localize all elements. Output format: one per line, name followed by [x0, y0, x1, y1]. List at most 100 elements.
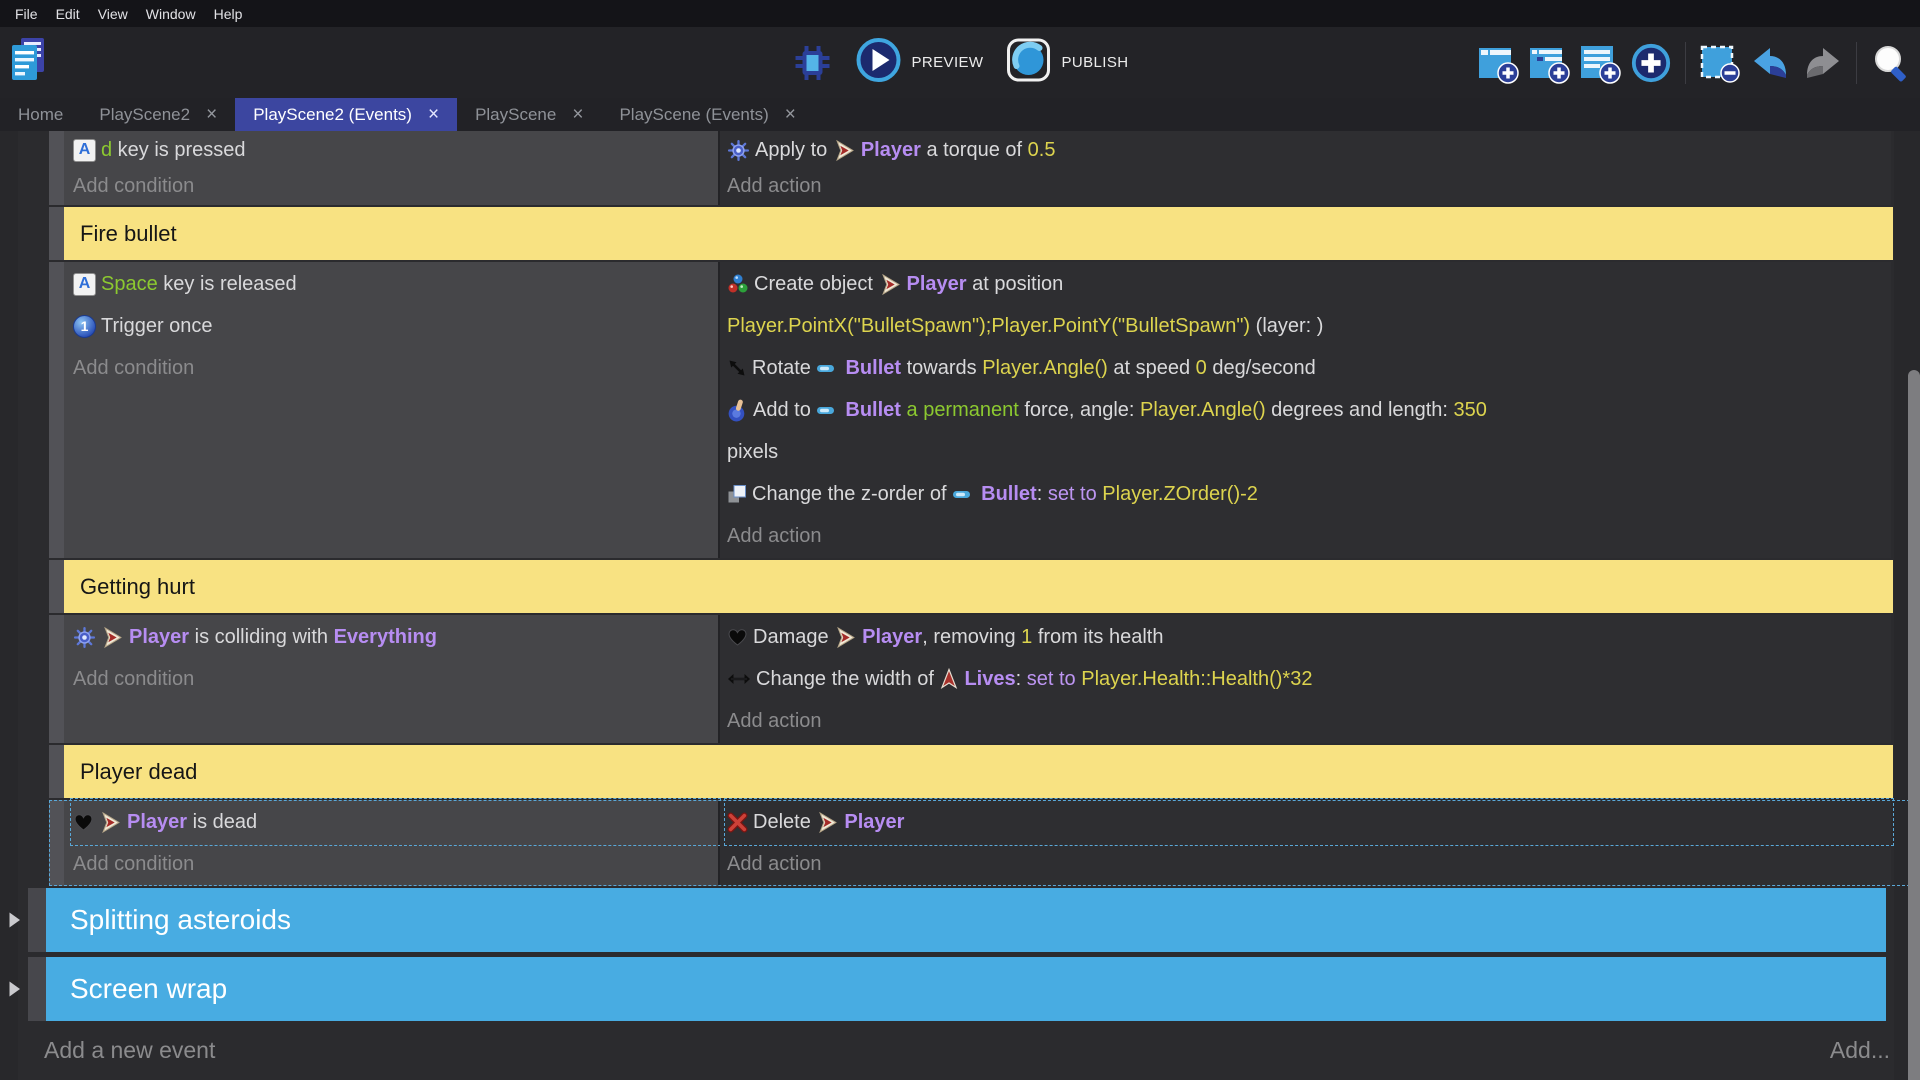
- actions-column: Apply to Player a torque of 0.5Add actio…: [720, 131, 1891, 205]
- menu-item-window[interactable]: Window: [137, 6, 205, 22]
- player-icon: [816, 811, 839, 834]
- tab-playscene2[interactable]: PlayScene2×: [81, 98, 235, 131]
- menu-item-file[interactable]: File: [6, 6, 47, 22]
- action[interactable]: Create object Player at position: [727, 263, 1891, 305]
- text-segment: towards: [901, 357, 982, 380]
- add-new-icon[interactable]: [1630, 42, 1672, 84]
- text-segment: Bullet: [981, 483, 1037, 506]
- undo-icon[interactable]: [1750, 42, 1792, 84]
- group-disclosure-icon[interactable]: [8, 981, 21, 998]
- text-segment: Everything: [334, 626, 437, 649]
- add-condition-button[interactable]: Add condition: [73, 658, 718, 700]
- search-icon[interactable]: [1870, 42, 1912, 84]
- delete-selection-icon[interactable]: [1699, 42, 1741, 84]
- tab-label: PlayScene (Events): [619, 105, 768, 125]
- action[interactable]: Rotate Bullet towards Player.Angle() at …: [727, 347, 1891, 389]
- action[interactable]: Damage Player, removing 1 from its healt…: [727, 616, 1891, 658]
- add-button[interactable]: Add...: [1830, 1037, 1890, 1064]
- action[interactable]: Apply to Player a torque of 0.5: [727, 132, 1891, 168]
- group-disclosure-icon[interactable]: [8, 912, 21, 929]
- text-segment: :: [1016, 668, 1027, 691]
- group-row[interactable]: Screen wrap: [28, 957, 1920, 1021]
- add-action-button[interactable]: Add action: [727, 700, 1891, 742]
- text-segment: Bullet: [845, 399, 901, 422]
- tab-playscene-events[interactable]: PlayScene (Events) ×: [601, 98, 813, 131]
- tab-playscene2-events[interactable]: PlayScene2 (Events)×: [235, 98, 457, 131]
- text-segment: deg/second: [1207, 357, 1316, 380]
- group-title: Screen wrap: [46, 957, 1886, 1021]
- add-subevent-icon[interactable]: [1528, 42, 1570, 84]
- event-drag-handle[interactable]: [49, 131, 64, 205]
- add-condition-button[interactable]: Add condition: [73, 168, 718, 204]
- tab-home[interactable]: Home: [0, 98, 81, 131]
- events-footer: Add a new event Add...: [44, 1037, 1890, 1064]
- tab-playscene[interactable]: PlayScene ×: [457, 98, 601, 131]
- condition[interactable]: Player is dead: [73, 801, 718, 843]
- event-row[interactable]: ASpace key is released1Trigger onceAdd c…: [49, 262, 1920, 558]
- play-circle-icon: [856, 37, 902, 88]
- redo-icon[interactable]: [1801, 42, 1843, 84]
- event-row[interactable]: Ad key is pressedAdd conditionApply to P…: [49, 131, 1920, 205]
- event-drag-handle[interactable]: [49, 800, 64, 886]
- preview-button[interactable]: PREVIEW: [856, 37, 984, 88]
- event-drag-handle: [49, 560, 64, 613]
- rotate-icon: [727, 358, 747, 378]
- close-icon[interactable]: ×: [572, 105, 583, 124]
- conditions-column: Player is colliding with EverythingAdd c…: [64, 615, 720, 743]
- action[interactable]: Delete Player: [727, 801, 1891, 843]
- toolbar-right: [1477, 27, 1912, 98]
- event-drag-handle[interactable]: [49, 262, 64, 558]
- menu-item-help[interactable]: Help: [205, 6, 252, 22]
- menu-item-view[interactable]: View: [89, 6, 137, 22]
- add-condition-button[interactable]: Add condition: [73, 843, 718, 885]
- add-action-button[interactable]: Add action: [727, 843, 1891, 885]
- events-area: Ad key is pressedAdd conditionApply to P…: [0, 131, 1920, 1080]
- event-drag-handle[interactable]: [49, 615, 64, 743]
- text-segment: Bullet: [845, 357, 901, 380]
- conditions-list: Ad key is pressed: [73, 132, 718, 168]
- condition[interactable]: ASpace key is released: [73, 263, 718, 305]
- close-icon[interactable]: ×: [206, 105, 217, 124]
- add-condition-button[interactable]: Add condition: [73, 347, 718, 389]
- publish-button[interactable]: PUBLISH: [1005, 37, 1128, 88]
- action[interactable]: Change the z-order of Bullet: set to Pla…: [727, 473, 1891, 515]
- event-drag-handle: [49, 207, 64, 260]
- close-icon[interactable]: ×: [785, 105, 796, 124]
- comment-row[interactable]: Getting hurt: [49, 560, 1920, 613]
- actions-list: Damage Player, removing 1 from its healt…: [727, 616, 1891, 700]
- physics-icon: [73, 626, 96, 649]
- close-icon[interactable]: ×: [428, 105, 439, 124]
- scrollbar-thumb[interactable]: [1908, 370, 1920, 1080]
- event-row[interactable]: Player is colliding with EverythingAdd c…: [49, 615, 1920, 743]
- action[interactable]: Change the width of Lives: set to Player…: [727, 658, 1891, 700]
- text-segment: Add to: [753, 399, 816, 422]
- actions-list: Apply to Player a torque of 0.5: [727, 132, 1891, 168]
- condition[interactable]: 1Trigger once: [73, 305, 718, 347]
- group-row[interactable]: Splitting asteroids: [28, 888, 1920, 952]
- tab-label: Home: [18, 105, 63, 125]
- player-icon: [99, 811, 122, 834]
- text-segment: :: [1037, 483, 1048, 506]
- add-new-event-button[interactable]: Add a new event: [44, 1037, 215, 1064]
- text-segment: set to: [1027, 668, 1081, 691]
- add-action-button[interactable]: Add action: [727, 515, 1891, 557]
- debug-icon[interactable]: [792, 42, 834, 84]
- event-row[interactable]: Player is deadAdd conditionDelete Player…: [49, 800, 1920, 886]
- publish-label: PUBLISH: [1061, 54, 1128, 71]
- action[interactable]: Player.PointX("BulletSpawn");Player.Poin…: [727, 305, 1891, 347]
- text-segment: Damage: [753, 626, 834, 649]
- menu-item-edit[interactable]: Edit: [47, 6, 89, 22]
- condition[interactable]: Player is colliding with Everything: [73, 616, 718, 658]
- gdevelop-logo-icon[interactable]: [10, 32, 46, 95]
- tab-label: PlayScene: [475, 105, 556, 125]
- add-action-button[interactable]: Add action: [727, 168, 1891, 204]
- comment-row[interactable]: Player dead: [49, 745, 1920, 798]
- action[interactable]: Add to Bullet a permanent force, angle: …: [727, 389, 1891, 431]
- action[interactable]: pixels: [727, 431, 1891, 473]
- comment-row[interactable]: Fire bullet: [49, 207, 1920, 260]
- add-event-icon[interactable]: [1477, 42, 1519, 84]
- condition[interactable]: Ad key is pressed: [73, 132, 718, 168]
- text-segment: Rotate: [752, 357, 816, 380]
- add-comment-icon[interactable]: [1579, 42, 1621, 84]
- text-segment: Player: [907, 273, 967, 296]
